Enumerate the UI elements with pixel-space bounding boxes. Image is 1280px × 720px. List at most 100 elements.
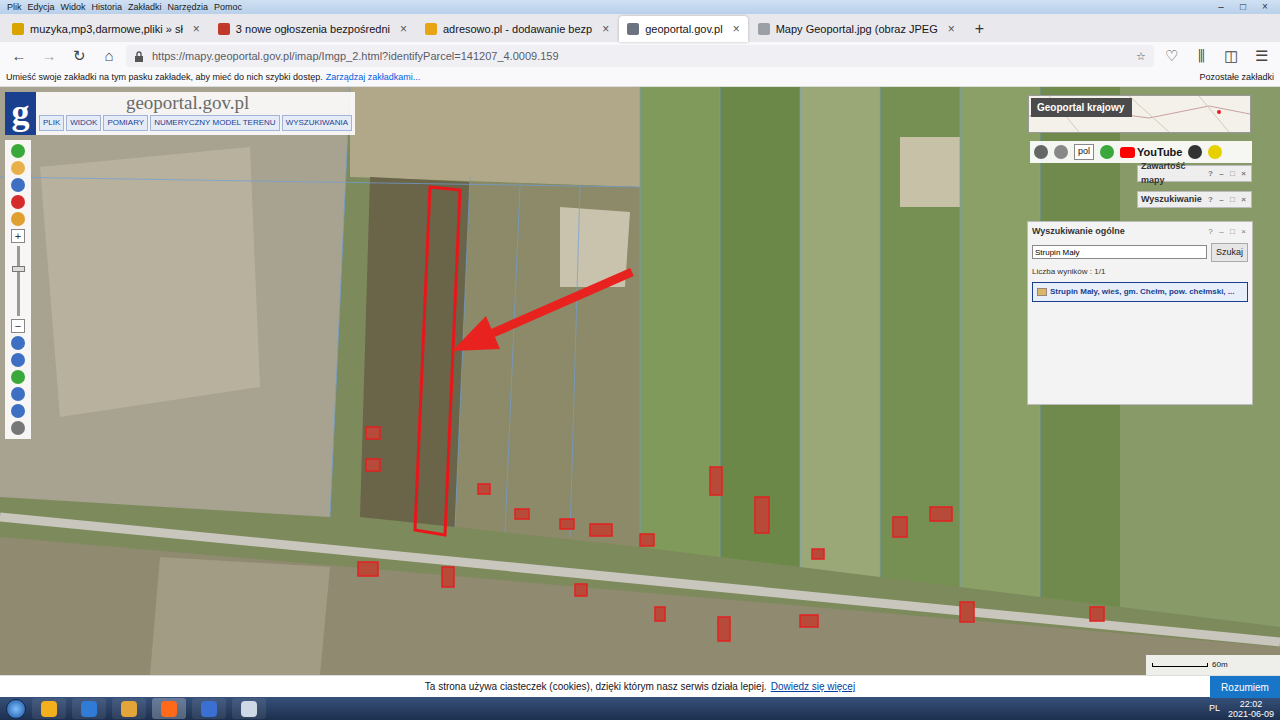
map-tool-icon[interactable] [11,144,25,158]
panel-button[interactable]: ? [1206,168,1215,180]
nav-button[interactable]: ⌂ [96,45,122,68]
geoportal-logo[interactable]: g [5,92,36,135]
map-tool-icon[interactable] [11,421,25,435]
panel-button[interactable]: × [1239,168,1248,180]
menu-item[interactable]: Widok [58,0,89,14]
taskbar-app[interactable] [112,698,146,719]
geoportal-menu-item[interactable]: POMIARY [103,115,148,131]
map-tool-icon[interactable] [11,353,25,367]
panel-buttons: ?–□× [1206,168,1248,180]
menu-item[interactable]: Narzędzia [165,0,212,14]
nav-button[interactable]: ↻ [66,45,92,68]
menu-item[interactable]: Edycja [25,0,58,14]
search-button[interactable]: Szukaj [1211,243,1248,263]
window-control[interactable]: × [1254,0,1276,14]
accept-cookies-button[interactable]: Rozumiem [1210,676,1280,698]
print-icon[interactable] [1034,145,1048,159]
map-tool-icon[interactable] [11,161,25,175]
panel-button[interactable]: □ [1228,168,1237,180]
overview-map[interactable]: Geoportal krajowy [1028,95,1251,133]
zoom-slider[interactable] [17,246,20,316]
panel-button[interactable]: × [1239,226,1248,238]
map-tool-icon[interactable] [11,195,25,209]
clock[interactable]: 22:022021-06-09 [1228,699,1274,719]
bookmark-star-button[interactable]: ☆ [1136,48,1146,65]
lock-icon [134,48,144,65]
language-indicator[interactable]: PL [1209,702,1220,716]
menu-bar: PlikEdycjaWidokHistoriaZakładkiNarzędzia… [0,0,1280,14]
close-tab-button[interactable]: × [598,20,609,38]
accessibility-icon[interactable] [1188,145,1202,159]
panel-header[interactable]: Wyszukiwanie?–□× [1137,191,1252,208]
map-tool-icon[interactable] [11,387,25,401]
panel-header[interactable]: Zawartość mapy?–□× [1137,165,1252,182]
panel-button[interactable]: – [1217,194,1226,206]
taskbar-app[interactable] [232,698,266,719]
other-bookmarks[interactable]: Pozostałe zakładki [1199,71,1274,85]
youtube-link[interactable]: YouTube [1120,144,1182,161]
toolbar-button[interactable]: ⫼ [1188,45,1214,68]
new-tab-button[interactable]: + [965,17,994,41]
panel-button[interactable]: ? [1206,194,1215,206]
favicon-icon [627,23,639,35]
geoportal-menu-item[interactable]: NUMERYCZNY MODEL TERENU [150,115,280,131]
panel-button[interactable]: × [1239,194,1248,206]
youtube-icon [1120,147,1135,158]
map-tool-icon[interactable] [11,404,25,418]
window-control[interactable]: □ [1232,0,1254,14]
address-bar[interactable]: https://mapy.geoportal.gov.pl/imap/Imgp_… [126,45,1154,67]
map[interactable]: g geoportal.gov.pl PLIKWIDOKPOMIARYNUMER… [0,87,1280,675]
map-tool-icon[interactable] [11,212,25,226]
bus-icon[interactable] [1054,145,1068,159]
geoportal-menu-item[interactable]: WIDOK [66,115,101,131]
menu-item[interactable]: Historia [89,0,126,14]
panel-button[interactable]: – [1217,226,1226,238]
cookie-more-link[interactable]: Dowiedz się więcej [767,681,855,692]
browser-tab[interactable]: geoportal.gov.pl × [619,16,747,42]
toolbar-button[interactable]: ♡ [1158,45,1184,68]
tab-label: adresowo.pl - dodawanie bezp [443,21,592,38]
map-tool-icon[interactable] [11,336,25,350]
manage-bookmarks-link[interactable]: Zarządzaj zakładkami... [323,72,421,82]
taskbar-app[interactable] [192,698,226,719]
close-tab-button[interactable]: × [944,20,955,38]
help-icon[interactable] [1100,145,1114,159]
close-tab-button[interactable]: × [189,20,200,38]
toolbar-button[interactable]: ☰ [1248,45,1274,68]
search-input[interactable] [1032,245,1207,259]
contrast-icon[interactable] [1208,145,1222,159]
close-tab-button[interactable]: × [396,20,407,38]
geoportal-menu-item[interactable]: PLIK [39,115,64,131]
start-orb-icon[interactable] [6,699,26,719]
window-control[interactable]: – [1210,0,1232,14]
browser-tab[interactable]: 3 nowe ogłoszenia bezpośredni× [210,16,415,42]
menu-item[interactable]: Zakładki [125,0,165,14]
browser-tab[interactable]: Mapy Geoportal.jpg (obraz JPEG× [750,16,963,42]
panel-buttons: ?–□× [1206,226,1248,238]
taskbar-app[interactable] [72,698,106,719]
geoportal-menu-item[interactable]: WYSZUKIWANIA [282,115,352,131]
language-select[interactable]: pol [1074,144,1094,160]
map-tool-icon[interactable] [11,370,25,384]
close-tab-button[interactable]: × [729,20,740,38]
search-result[interactable]: Strupin Mały, wieś, gm. Chełm, pow. cheł… [1032,282,1248,302]
panel-button[interactable]: ? [1206,226,1215,238]
zoom-knob-icon[interactable] [12,266,25,272]
zoom-in-button[interactable]: + [11,229,25,243]
panel-button[interactable]: □ [1228,226,1237,238]
menu-item[interactable]: Plik [4,0,25,14]
browser-tab[interactable]: adresowo.pl - dodawanie bezp × [417,16,617,42]
nav-button[interactable]: ← [6,45,32,68]
taskbar-app[interactable] [32,698,66,719]
zoom-out-button[interactable]: − [11,319,25,333]
browser-tab[interactable]: muzyka,mp3,darmowe,pliki » sł× [4,16,208,42]
menu-item[interactable]: Pomoc [211,0,245,14]
tab-label: geoportal.gov.pl [645,21,722,38]
toolbar-button[interactable]: ◫ [1218,45,1244,68]
panel-button[interactable]: – [1217,168,1226,180]
nav-button[interactable]: → [36,45,62,68]
map-tool-icon[interactable] [11,178,25,192]
panel-button[interactable]: □ [1228,194,1237,206]
clock-time: 22:02 [1228,699,1274,709]
taskbar-app[interactable] [152,698,186,719]
